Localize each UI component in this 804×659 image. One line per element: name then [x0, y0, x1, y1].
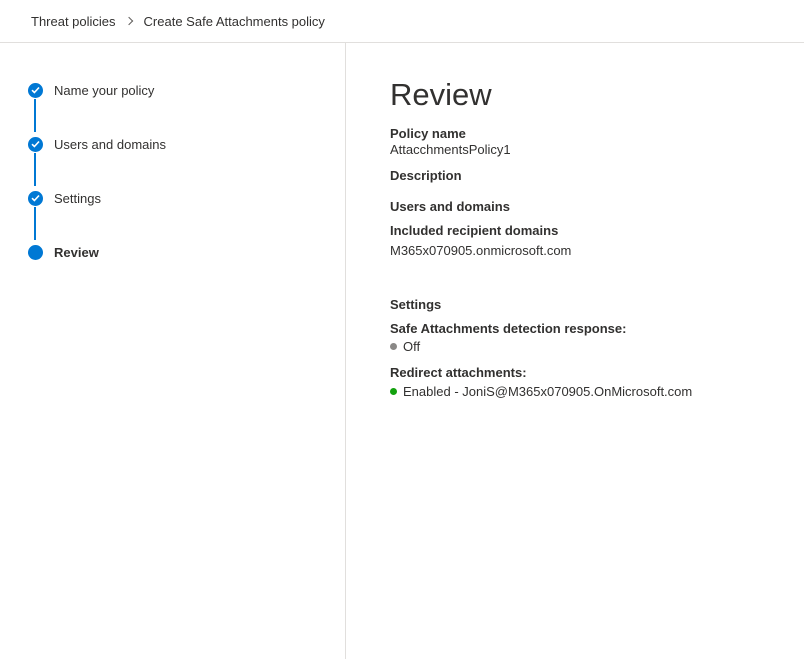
- detection-response-value: Off: [403, 339, 421, 354]
- redirect-attachments-status: Enabled - JoniS@M365x070905.OnMicrosoft.…: [390, 384, 692, 399]
- step-label: Review: [54, 244, 99, 260]
- wizard-steps-pane: Name your policy Users and domains Setti…: [0, 43, 346, 659]
- step-connector: [34, 153, 36, 186]
- status-dot-icon: [390, 343, 397, 350]
- page-title: Review: [390, 77, 492, 112]
- redirect-attachments-value: Enabled - JoniS@M365x070905.OnMicrosoft.…: [403, 384, 693, 399]
- step-label: Users and domains: [54, 136, 166, 152]
- step-settings[interactable]: Settings: [28, 190, 101, 206]
- breadcrumb: Threat policies Create Safe Attachments …: [0, 0, 804, 43]
- current-step-icon: [28, 244, 43, 260]
- detection-response-status: Off: [390, 339, 420, 354]
- step-label: Name your policy: [54, 82, 155, 98]
- step-name-your-policy[interactable]: Name your policy: [28, 82, 154, 98]
- detection-response-label: Safe Attachments detection response:: [390, 321, 627, 336]
- step-connector: [34, 207, 36, 240]
- included-domains-value: M365x070905.onmicrosoft.com: [390, 243, 572, 258]
- policy-name-label: Policy name: [390, 126, 466, 141]
- description-label: Description: [390, 168, 462, 183]
- checkmark-icon: [28, 136, 43, 152]
- included-domains-label: Included recipient domains: [390, 223, 559, 238]
- policy-name-value: AttacchmentsPolicy1: [390, 142, 511, 157]
- chevron-right-icon: [124, 16, 133, 26]
- breadcrumb-current: Create Safe Attachments policy: [143, 13, 325, 29]
- step-users-and-domains[interactable]: Users and domains: [28, 136, 166, 152]
- redirect-attachments-label: Redirect attachments:: [390, 365, 527, 380]
- users-domains-heading: Users and domains: [390, 199, 510, 214]
- step-connector: [34, 99, 36, 132]
- checkmark-icon: [28, 82, 43, 98]
- step-label: Settings: [54, 190, 101, 206]
- status-dot-icon: [390, 388, 397, 395]
- breadcrumb-threat-policies-link[interactable]: Threat policies: [31, 14, 116, 29]
- settings-heading: Settings: [390, 297, 442, 312]
- step-review[interactable]: Review: [28, 244, 99, 260]
- checkmark-icon: [28, 190, 43, 206]
